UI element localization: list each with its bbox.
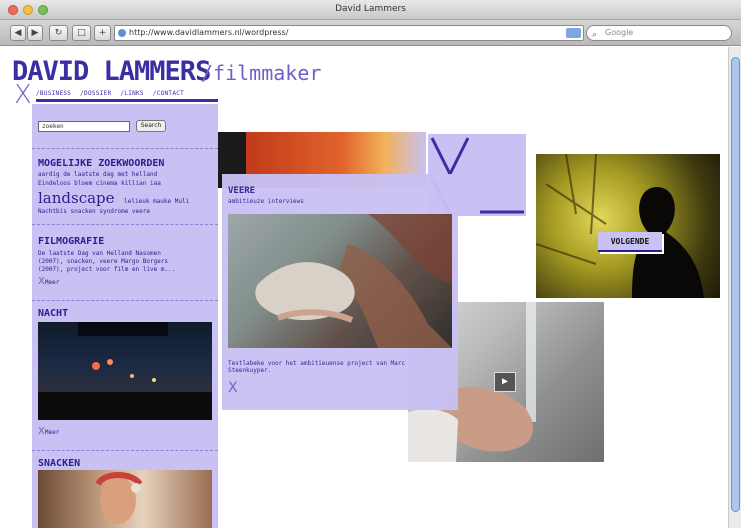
tags-line-1[interactable]: aardig de laatste dag met helland — [38, 171, 157, 178]
site-title[interactable]: DAVID LAMMERS — [12, 56, 211, 87]
nacht-image[interactable] — [38, 322, 212, 420]
filmografie-text-3: (2007), project voor film en live m... — [38, 266, 176, 273]
divider — [32, 224, 218, 225]
tags-big-row: landscape lelieuk mauke Muli — [38, 188, 189, 207]
divider — [32, 300, 218, 301]
silhouette-image[interactable] — [536, 154, 720, 298]
sidebar-search-input[interactable]: zoeken — [38, 121, 130, 132]
filmografie-text-1: De laatste Dag van Helland Nasomen — [38, 250, 161, 257]
vertical-scrollbar[interactable] — [728, 47, 741, 528]
nacht-meer-link[interactable]: XMeer — [38, 426, 59, 437]
feature-description: Testlabeke voor het ambitieuense project… — [228, 360, 406, 374]
snacken-image[interactable] — [38, 470, 212, 528]
sidebar: zoeken Search MOGELIJKE ZOEKWOORDEN aard… — [32, 104, 218, 528]
play-icon[interactable]: ▶ — [494, 372, 516, 392]
rss-icon[interactable] — [566, 28, 581, 38]
forward-icon[interactable]: ▶ — [27, 25, 43, 41]
nav-business[interactable]: /BUSINESS — [36, 90, 71, 97]
feature-image[interactable] — [228, 214, 452, 348]
tags-line-2[interactable]: Eindeloos bloem cinema killian iaa — [38, 180, 161, 187]
search-field[interactable]: ⌕ Google — [586, 25, 732, 41]
globe-icon — [118, 29, 126, 37]
sidebar-search-button[interactable]: Search — [136, 120, 166, 132]
reload-icon[interactable]: ↻ — [49, 25, 68, 41]
nacht-heading: NACHT — [38, 308, 69, 319]
nav-contact[interactable]: /CONTACT — [153, 90, 184, 97]
x-icon: X — [38, 426, 45, 437]
title-bar: David Lammers — [0, 0, 741, 20]
tags-heading: MOGELIJKE ZOEKWOORDEN — [38, 158, 165, 169]
search-icon: ⌕ — [592, 30, 598, 40]
x-logo[interactable]: X — [14, 80, 32, 110]
divider — [32, 148, 218, 149]
filmografie-meer-link[interactable]: XMeer — [38, 276, 59, 287]
tags-line-3[interactable]: Nachtbis snacken syndrome veere — [38, 208, 150, 215]
tags-big-suffix[interactable]: lelieuk mauke Muli — [124, 198, 189, 205]
search-placeholder: Google — [605, 28, 634, 37]
filmografie-text-2: (2007), snacken, veere Margo Borgers — [38, 258, 169, 265]
window-title: David Lammers — [335, 4, 406, 14]
next-button[interactable]: VOLGENDE — [598, 232, 662, 252]
browser-toolbar: ◀ ▶ ↻ □ + http://www.davidlammers.nl/wor… — [0, 20, 741, 46]
feature-x-icon[interactable]: X — [228, 380, 238, 396]
add-icon[interactable]: + — [94, 25, 111, 41]
url-text: http://www.davidlammers.nl/wordpress/ — [129, 28, 289, 37]
nav-links[interactable]: /LINKS — [120, 90, 143, 97]
feature-title[interactable]: VEERE — [228, 186, 255, 196]
tag-landscape[interactable]: landscape — [38, 189, 115, 207]
scrollbar-thumb[interactable] — [731, 57, 740, 512]
snacken-heading: SNACKEN — [38, 458, 81, 469]
main-nav: /BUSINESS /DOSSIER /LINKS /CONTACT — [36, 90, 218, 102]
nav-dossier[interactable]: /DOSSIER — [80, 90, 111, 97]
x-icon: X — [38, 276, 45, 287]
back-icon[interactable]: ◀ — [10, 25, 26, 41]
site-subtitle: /filmmaker — [201, 61, 322, 85]
divider — [32, 450, 218, 451]
url-field[interactable]: http://www.davidlammers.nl/wordpress/ — [114, 25, 584, 41]
browser-window: David Lammers ◀ ▶ ↻ □ + http://www.david… — [0, 0, 741, 528]
bookmark-icon[interactable]: □ — [72, 25, 91, 41]
filmografie-heading: FILMOGRAFIE — [38, 236, 105, 247]
feature-panel-veere[interactable]: VEERE ambitieuze interviews Testlabeke v… — [222, 174, 458, 410]
feature-subtitle: ambitieuze interviews — [228, 198, 304, 205]
